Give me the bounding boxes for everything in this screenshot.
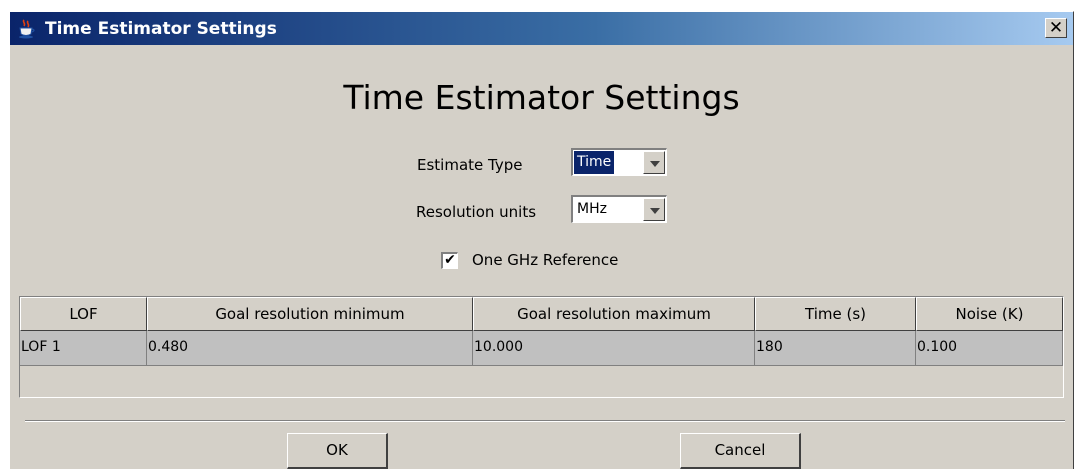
column-header-time[interactable]: Time (s) [755,297,916,331]
estimate-type-select[interactable]: Time [571,148,667,176]
cell-goal-resolution-maximum[interactable]: 10.000 [473,331,755,366]
cell-time[interactable]: 180 [755,331,916,366]
column-header-goal-resolution-minimum[interactable]: Goal resolution minimum [147,297,473,331]
column-header-noise[interactable]: Noise (K) [916,297,1063,331]
java-cup-icon [19,19,35,39]
dialog-window: Time Estimator Settings ✕ Time Estimator… [9,11,1074,469]
resolution-units-label: Resolution units [416,203,537,221]
close-button[interactable]: ✕ [1045,18,1067,38]
window-title: Time Estimator Settings [45,19,277,39]
cell-noise[interactable]: 0.100 [916,331,1063,366]
column-header-lof[interactable]: LOF [20,297,147,331]
lof-table: LOF Goal resolution minimum Goal resolut… [19,296,1064,398]
cancel-button[interactable]: Cancel [680,433,801,469]
title-bar[interactable]: Time Estimator Settings ✕ [10,12,1073,45]
column-header-goal-resolution-maximum[interactable]: Goal resolution maximum [473,297,755,331]
chevron-down-icon[interactable] [643,198,665,221]
estimate-type-label: Estimate Type [417,156,523,174]
dialog-heading: Time Estimator Settings [343,78,740,117]
chevron-down-icon[interactable] [643,151,665,174]
separator [25,420,1065,422]
cell-goal-resolution-minimum[interactable]: 0.480 [147,331,473,366]
table-row[interactable]: LOF 1 0.480 10.000 180 0.100 [20,331,1063,366]
cell-lof[interactable]: LOF 1 [20,331,147,366]
estimate-type-value: Time [574,151,615,174]
ok-button[interactable]: OK [287,433,388,469]
resolution-units-select[interactable]: MHz [571,195,667,223]
one-ghz-reference-label: One GHz Reference [472,251,619,269]
resolution-units-value: MHz [577,201,607,217]
one-ghz-reference-checkbox[interactable]: ✔ [441,252,458,269]
